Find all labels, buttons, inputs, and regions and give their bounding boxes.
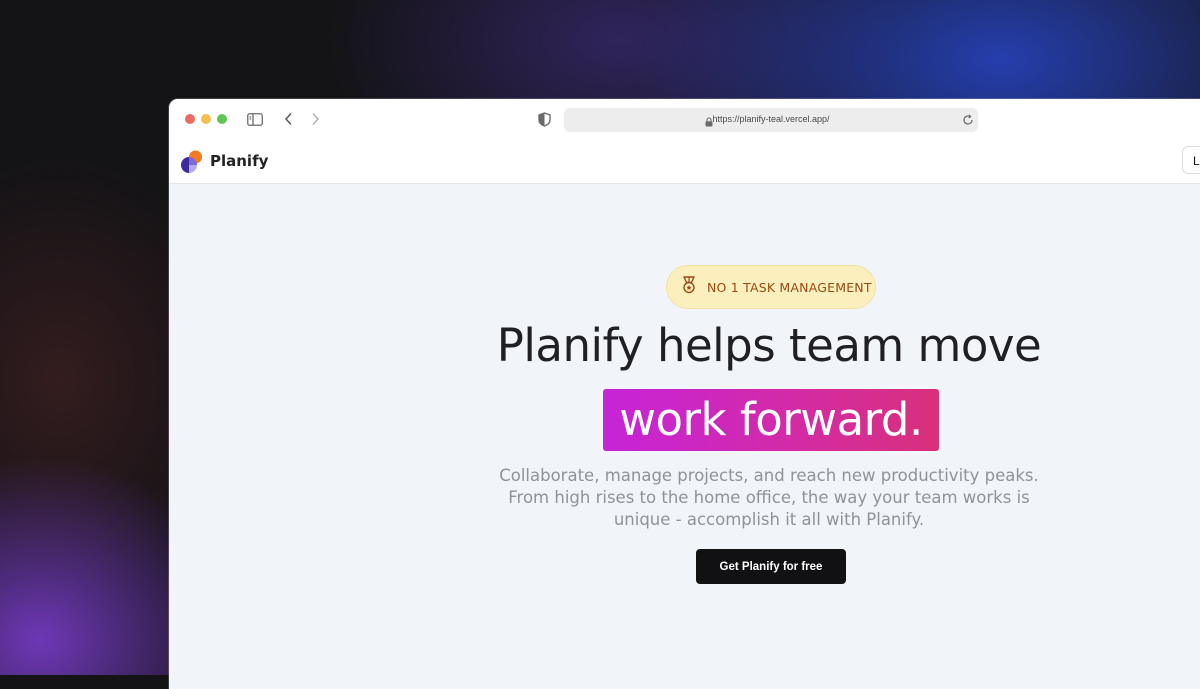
reload-icon[interactable] [962,113,974,131]
sidebar-icon[interactable] [245,109,265,129]
shield-icon[interactable] [534,109,554,129]
browser-toolbar: https://planify-teal.vercel.app/ [169,99,1200,139]
close-window-button[interactable] [185,114,195,124]
browser-window: https://planify-teal.vercel.app/ Planify… [169,99,1200,689]
subtitle-line: From high rises to the home office, the … [508,488,1030,507]
get-planify-button[interactable]: Get Planify for free [696,549,846,584]
address-bar[interactable]: https://planify-teal.vercel.app/ [564,108,978,132]
minimize-window-button[interactable] [201,114,211,124]
back-icon[interactable] [279,109,299,129]
address-url: https://planify-teal.vercel.app/ [712,114,830,124]
badge-text: NO 1 TASK MANAGEMENT [707,279,872,295]
hero-subtitle: Collaborate, manage projects, and reach … [489,465,1049,531]
hero-section: NO 1 TASK MANAGEMENT Planify helps team … [169,183,1200,689]
medal-icon [681,275,697,299]
hero-headline: Planify helps team move [496,319,1042,372]
brand-name[interactable]: Planify [210,152,268,170]
login-button[interactable]: L [1182,146,1200,174]
planify-logo-icon[interactable] [180,149,204,173]
subtitle-line: unique - accomplish it all with Planify. [613,510,925,529]
forward-icon[interactable] [305,109,325,129]
badge: NO 1 TASK MANAGEMENT [666,265,876,309]
hero-highlight: work forward. [603,389,939,451]
site-navbar: Planify L [169,139,1200,184]
subtitle-line: Collaborate, manage projects, and reach … [499,466,1039,485]
maximize-window-button[interactable] [217,114,227,124]
